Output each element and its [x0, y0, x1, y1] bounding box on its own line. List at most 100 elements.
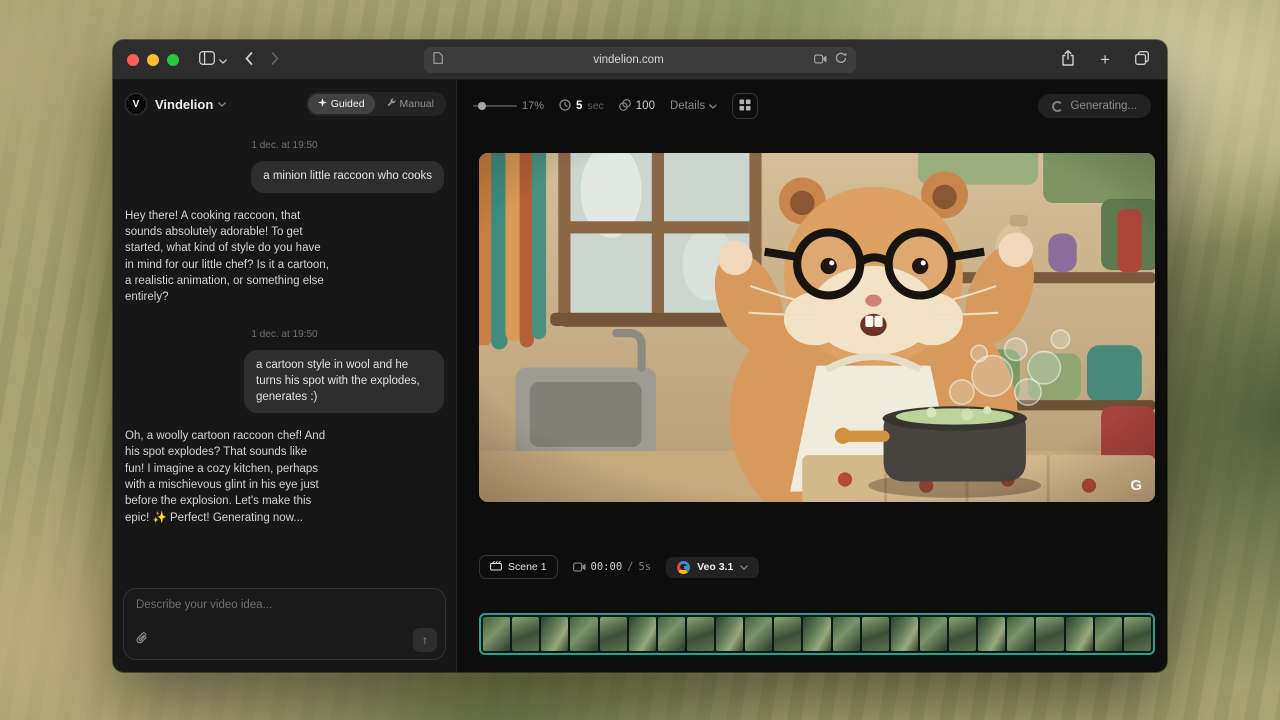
brand-name: Vindelion: [155, 96, 214, 112]
chevron-down-icon: [219, 52, 227, 67]
sidebar-toggle-button[interactable]: [195, 47, 231, 72]
scene-1-button[interactable]: Scene 1: [479, 555, 558, 579]
stage-toolbar: 17% 5 sec 100 Details Generating...: [457, 80, 1167, 132]
assistant-message: Oh, a woolly cartoon raccoon chef! And h…: [125, 430, 326, 524]
timeline-frame[interactable]: [978, 617, 1006, 651]
model-label: Veo 3.1: [697, 561, 734, 573]
clock-icon: [559, 98, 571, 114]
assistant-message: Hey there! A cooking raccoon, that sound…: [125, 209, 329, 304]
timeline-frame[interactable]: [1123, 617, 1151, 651]
coins-icon: [618, 98, 631, 114]
generating-status-button[interactable]: Generating...: [1037, 94, 1151, 118]
timeline-frame[interactable]: [657, 617, 685, 651]
duration-unit: sec: [587, 100, 604, 112]
zoom-slider[interactable]: [473, 102, 517, 110]
credits-value: 100: [635, 100, 655, 112]
chat-panel: V Vindelion Guided Manual 1 dec. at 19:5…: [113, 80, 457, 672]
timeline-frame[interactable]: [1094, 617, 1122, 651]
url-text: vindelion.com: [593, 54, 664, 66]
timeline-frame[interactable]: [570, 617, 598, 651]
timeline-frame[interactable]: [949, 617, 977, 651]
duration-control[interactable]: 5 sec: [559, 98, 604, 114]
timeline-frame[interactable]: [483, 617, 511, 651]
tab-overview-button[interactable]: [1131, 47, 1153, 72]
share-button[interactable]: [1057, 46, 1079, 73]
timeline-frame[interactable]: [686, 617, 714, 651]
page-menu-icon: [433, 51, 443, 69]
zoom-slider-knob[interactable]: [478, 102, 486, 110]
timeline-strip[interactable]: [479, 613, 1155, 655]
timeline-frame[interactable]: [1007, 617, 1035, 651]
zoom-value: 17%: [522, 100, 545, 112]
minimize-window-button[interactable]: [147, 53, 159, 66]
clapper-icon: [490, 560, 502, 574]
grid-icon: [739, 99, 751, 114]
timeline-frame[interactable]: [832, 617, 860, 651]
model-watermark: G: [1130, 477, 1142, 494]
scene-bar: Scene 1 00:00 / 5s Veo 3.1: [479, 555, 1155, 579]
arrow-up-icon: ↑: [422, 633, 428, 647]
brand-menu-button[interactable]: [218, 101, 227, 107]
model-selector-button[interactable]: Veo 3.1: [666, 556, 760, 578]
browser-window: vindelion.com + V Vindelion Guided Manua…: [113, 40, 1167, 672]
paperclip-icon: [135, 632, 148, 648]
user-message: a cartoon style in wool and he turns his…: [244, 350, 444, 414]
close-window-button[interactable]: [127, 53, 139, 66]
composer: ↑: [123, 588, 446, 660]
chevron-down-icon: [709, 100, 717, 112]
timeline-frame[interactable]: [774, 617, 802, 651]
layout-grid-button[interactable]: [732, 93, 759, 119]
new-tab-button[interactable]: +: [1096, 47, 1114, 72]
video-preview[interactable]: G: [479, 153, 1155, 502]
fullscreen-window-button[interactable]: [167, 53, 179, 66]
timeline-frame[interactable]: [919, 617, 947, 651]
video-frame-illustration: [479, 153, 1155, 502]
attach-button[interactable]: [135, 632, 148, 648]
timeline-frame[interactable]: [890, 617, 918, 651]
timestamp: 1 dec. at 19:50: [251, 140, 318, 151]
generating-label: Generating...: [1070, 100, 1137, 112]
timeline-frame[interactable]: [716, 617, 744, 651]
time-display: 00:00 / 5s: [572, 561, 651, 573]
timeline-frame[interactable]: [1065, 617, 1093, 651]
chevron-down-icon: [740, 564, 749, 570]
wrench-icon: [387, 98, 396, 110]
duration-value: 5: [576, 100, 583, 112]
timeline-frame[interactable]: [541, 617, 569, 651]
mode-manual-button[interactable]: Manual: [377, 94, 444, 114]
spinner-icon: [1051, 100, 1063, 112]
tabs-icon: [1135, 51, 1149, 68]
scene-label: Scene 1: [508, 561, 547, 573]
chevron-right-icon: [271, 51, 279, 68]
back-button[interactable]: [241, 48, 257, 72]
timeline-frame[interactable]: [1036, 617, 1064, 651]
timeline-frame[interactable]: [861, 617, 889, 651]
video-idea-input[interactable]: [136, 599, 433, 611]
timeline-frame[interactable]: [512, 617, 540, 651]
browser-titlebar: vindelion.com +: [113, 40, 1167, 80]
timeline-frame[interactable]: [599, 617, 627, 651]
user-message: a minion little raccoon who cooks: [251, 161, 444, 193]
media-indicator-icon: [814, 51, 827, 69]
google-g-icon: [677, 560, 691, 574]
mode-guided-button[interactable]: Guided: [307, 94, 375, 114]
share-icon: [1061, 50, 1075, 69]
reload-icon[interactable]: [835, 51, 847, 69]
details-button[interactable]: Details: [670, 100, 717, 112]
mode-guided-label: Guided: [330, 98, 365, 110]
send-button[interactable]: ↑: [413, 628, 437, 652]
address-bar[interactable]: vindelion.com: [424, 47, 856, 73]
message-list: 1 dec. at 19:50 a minion little raccoon …: [113, 140, 456, 526]
timeline-frame[interactable]: [745, 617, 773, 651]
forward-button[interactable]: [267, 48, 283, 72]
time-separator: /: [627, 561, 634, 573]
chat-header: V Vindelion Guided Manual: [113, 80, 456, 116]
details-label: Details: [669, 100, 706, 112]
sparkle-icon: [317, 98, 327, 110]
sidebar-icon: [199, 51, 215, 68]
timeline-frame[interactable]: [628, 617, 656, 651]
brand-avatar: V: [125, 93, 147, 115]
mode-manual-label: Manual: [399, 98, 434, 110]
timeline-frame[interactable]: [803, 617, 831, 651]
chevron-left-icon: [245, 51, 253, 68]
